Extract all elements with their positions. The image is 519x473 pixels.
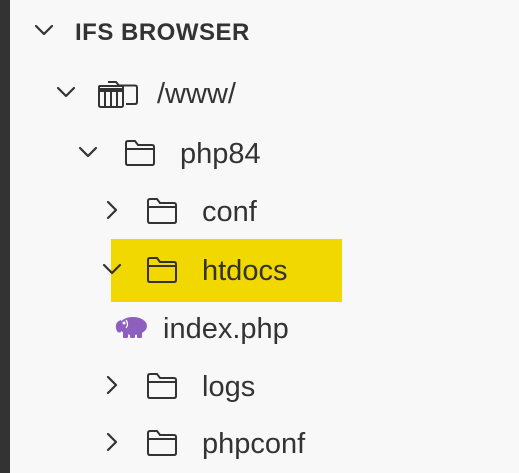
chevron-right-icon (106, 375, 118, 395)
tree-item-www[interactable]: /www/ (0, 68, 519, 118)
tree-item-label: index.php (163, 313, 289, 345)
tree-item-logs[interactable]: logs (0, 361, 519, 411)
tree-item-php84[interactable]: php84 (0, 128, 519, 178)
tree-item-htdocs[interactable]: htdocs (0, 245, 519, 295)
php-elephant-icon (115, 317, 147, 338)
tree-item-conf[interactable]: conf (0, 186, 519, 236)
chevron-down-icon (78, 146, 98, 158)
tree-item-label: conf (202, 196, 257, 228)
chevron-right-icon (106, 200, 118, 220)
folder-icon (147, 373, 177, 399)
tree-item-index-php[interactable]: index.php (0, 303, 519, 353)
tree-item-label: htdocs (202, 255, 288, 287)
folder-icon (147, 257, 177, 283)
folder-icon (147, 430, 177, 456)
section-header-label: IFS BROWSER (75, 19, 250, 46)
tree-item-label: php84 (180, 138, 261, 170)
tree-item-phpconf[interactable]: phpconf (0, 418, 519, 468)
archive-folder-icon (98, 81, 138, 108)
tree-item-label: phpconf (202, 428, 306, 460)
chevron-down-icon (56, 86, 76, 98)
folder-icon (125, 140, 155, 166)
chevron-down-icon (34, 24, 54, 36)
folder-icon (147, 198, 177, 224)
section-header-ifs-browser[interactable]: IFS BROWSER (0, 6, 519, 56)
tree-item-label: logs (202, 371, 256, 403)
chevron-down-icon (102, 263, 122, 275)
chevron-right-icon (106, 432, 118, 452)
tree-item-label: /www/ (157, 78, 236, 110)
ifs-browser-panel: IFS BROWSER /www/ php84 conf htdocs inde… (0, 0, 519, 473)
